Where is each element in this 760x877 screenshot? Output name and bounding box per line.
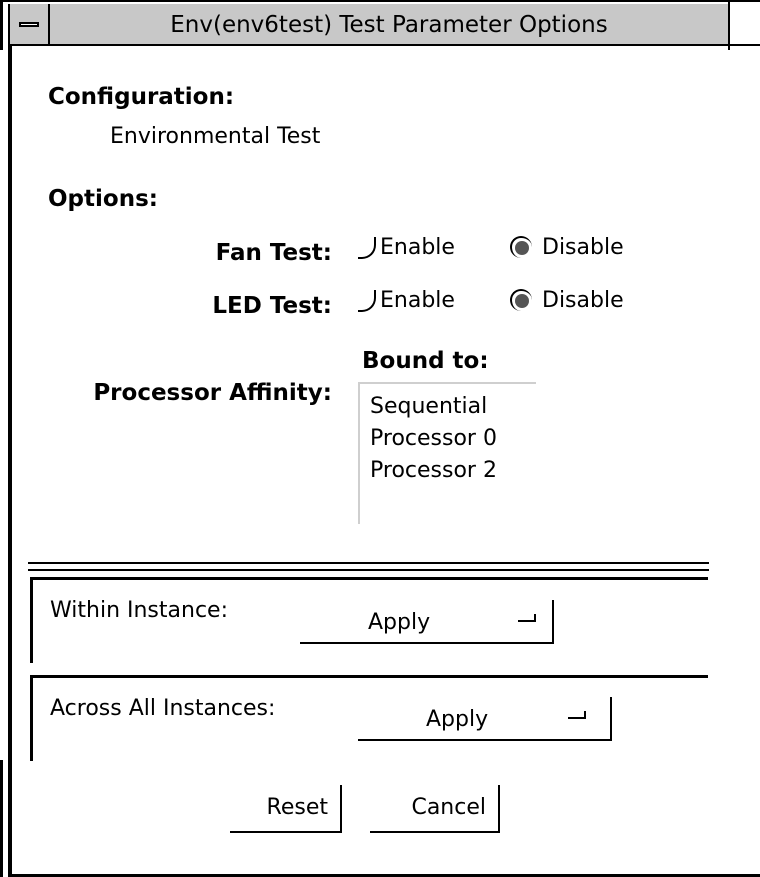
within-instance-value: Apply [368,610,431,635]
test-parameter-options-window: Env(env6test) Test Parameter Options Con… [0,0,760,877]
radio-on-icon [510,288,534,313]
cancel-button[interactable]: Cancel [370,785,500,833]
led-test-disable-radio[interactable]: Disable [510,288,624,313]
title-bar[interactable]: Env(env6test) Test Parameter Options [0,0,760,50]
separator-line [28,569,709,571]
cancel-button-label: Cancel [411,795,486,820]
list-item[interactable]: Processor 0 [370,426,497,451]
across-instances-label: Across All Instances: [50,696,276,721]
radio-off-icon [358,236,376,259]
window-border-right-tick [728,2,730,50]
led-test-label: LED Test: [212,293,332,319]
window-title: Env(env6test) Test Parameter Options [50,4,730,46]
processor-affinity-label: Processor Affinity: [93,380,332,406]
fan-test-enable-radio[interactable]: Enable [358,235,455,260]
window-border-left-tick [0,2,3,50]
window-menu-icon [19,22,39,27]
within-instance-label: Within Instance: [50,598,228,623]
fan-test-enable-label: Enable [380,235,455,260]
reset-button-label: Reset [266,795,328,820]
list-item[interactable]: Processor 2 [370,458,497,483]
fan-test-disable-radio[interactable]: Disable [510,235,624,260]
title-bar-divider [8,44,760,46]
group-frame-top [30,675,708,678]
window-menu-button[interactable] [8,4,50,46]
bound-to-label: Bound to: [362,348,489,374]
within-instance-option-menu[interactable]: Apply [300,600,554,644]
group-frame-side [30,577,33,663]
window-left-border [8,46,12,877]
reset-button[interactable]: Reset [230,785,342,833]
radio-on-icon [510,235,534,260]
processor-affinity-list[interactable]: Sequential Processor 0 Processor 2 [358,382,536,524]
led-test-enable-radio[interactable]: Enable [358,288,455,313]
across-instances-value: Apply [426,707,489,732]
option-menu-icon [518,614,536,622]
window-outer-left-border [0,760,3,877]
option-menu-icon [568,711,586,719]
radio-off-icon [358,289,376,312]
led-test-disable-label: Disable [542,288,624,313]
fan-test-disable-label: Disable [542,235,624,260]
configuration-value: Environmental Test [110,124,321,149]
separator-line [28,562,709,564]
options-heading: Options: [48,186,158,212]
across-instances-option-menu[interactable]: Apply [358,697,612,741]
group-frame-side [30,675,33,761]
configuration-heading: Configuration: [48,84,235,110]
fan-test-label: Fan Test: [215,240,332,266]
list-item[interactable]: Sequential [370,394,487,419]
led-test-enable-label: Enable [380,288,455,313]
group-frame-top [30,577,708,580]
